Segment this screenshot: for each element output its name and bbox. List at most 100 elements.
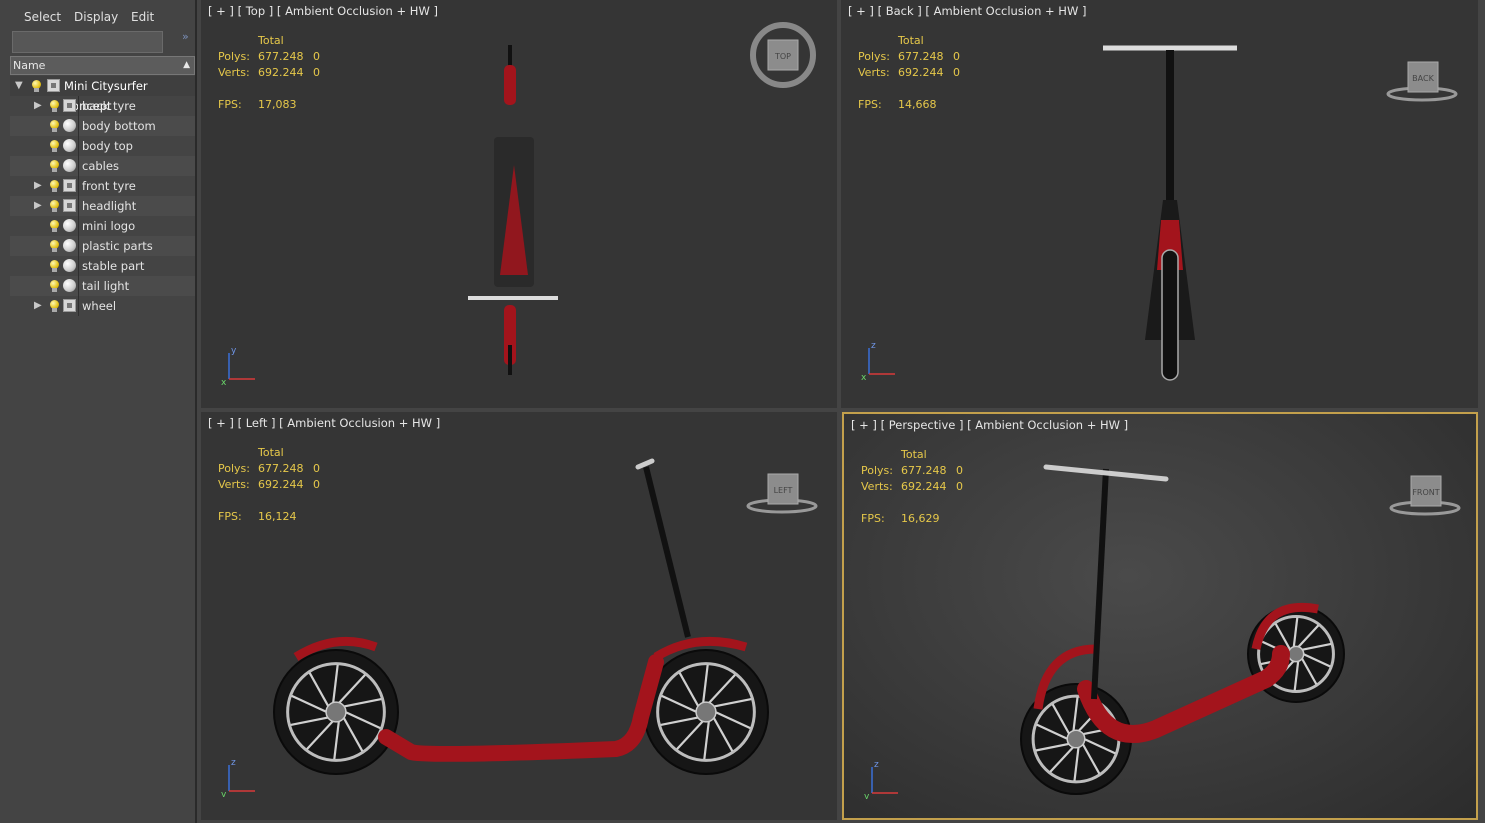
axis-horizontal-label: x: [221, 378, 227, 385]
viewport-label[interactable]: [ + ] [ Back ] [ Ambient Occlusion + HW …: [848, 4, 1086, 18]
scooter-model[interactable]: [273, 457, 776, 787]
stats-verts-label: Verts:: [218, 478, 250, 491]
scooter-model[interactable]: [468, 45, 558, 375]
light-bulb-icon[interactable]: [50, 200, 59, 212]
light-bulb-icon[interactable]: [50, 280, 59, 292]
viewcube-face-label: TOP: [774, 52, 791, 61]
viewport-label[interactable]: [ + ] [ Top ] [ Ambient Occlusion + HW ]: [208, 4, 438, 18]
viewcube-icon[interactable]: FRONT: [1389, 454, 1461, 520]
viewcube-icon[interactable]: BACK: [1386, 40, 1458, 106]
rear-wheel-hub: [1066, 729, 1086, 749]
light-bulb-icon[interactable]: [50, 220, 59, 232]
menu-edit[interactable]: Edit: [131, 10, 154, 24]
viewport-label[interactable]: [ + ] [ Left ] [ Ambient Occlusion + HW …: [208, 416, 440, 430]
light-bulb-icon[interactable]: [50, 180, 59, 192]
tree-item[interactable]: plastic parts: [10, 236, 195, 256]
axis-horizontal-label: y: [864, 792, 870, 799]
stats-verts-label: Verts:: [858, 66, 890, 79]
stats-polys-selected: 0: [953, 50, 960, 63]
axis-tripod-icon: zy: [221, 757, 261, 800]
name-column-header[interactable]: Name ▲: [10, 56, 195, 75]
stats-fps-label: FPS:: [218, 98, 242, 111]
stats-total-header: Total: [258, 34, 284, 47]
scooter-model[interactable]: [1020, 449, 1346, 809]
stem-side: [643, 466, 691, 638]
viewcube-icon[interactable]: TOP: [749, 22, 821, 88]
stats-fps-value: 14,668: [898, 98, 937, 111]
expand-arrow-icon[interactable]: ▼: [15, 76, 23, 96]
stats-verts-selected: 0: [956, 480, 963, 493]
tree-item-label: wheel: [82, 299, 117, 313]
expand-arrow-icon[interactable]: ▶: [34, 96, 42, 116]
group-icon: [63, 199, 76, 212]
light-bulb-icon[interactable]: [50, 140, 59, 152]
tree-item[interactable]: ▶ front tyre: [10, 176, 195, 196]
viewport-back[interactable]: [ + ] [ Back ] [ Ambient Occlusion + HW …: [841, 0, 1478, 408]
light-bulb-icon[interactable]: [50, 100, 59, 112]
scooter-model[interactable]: [1103, 40, 1237, 381]
column-divider: [78, 156, 79, 176]
stats-total-header: Total: [901, 448, 927, 461]
light-bulb-icon[interactable]: [50, 120, 59, 132]
stats-verts-label: Verts:: [861, 480, 893, 493]
tree-item[interactable]: mini logo: [10, 216, 195, 236]
column-divider: [78, 136, 79, 156]
axis-tripod-icon: zx: [861, 340, 901, 383]
tree-item-label: mini logo: [82, 219, 136, 233]
stats-polys-value: 677.248: [901, 464, 947, 477]
light-bulb-icon[interactable]: [50, 300, 59, 312]
collapse-panel-icon[interactable]: »: [182, 30, 189, 43]
expand-arrow-icon[interactable]: ▶: [34, 296, 42, 316]
menu-select[interactable]: Select: [24, 10, 61, 24]
stats-polys-selected: 0: [313, 50, 320, 63]
viewport-left[interactable]: [ + ] [ Left ] [ Ambient Occlusion + HW …: [201, 412, 837, 820]
tree-item[interactable]: stable part: [10, 256, 195, 276]
viewcube-face-label: FRONT: [1412, 488, 1439, 497]
object-sphere-icon: [63, 139, 76, 152]
tree-root-item[interactable]: ▼ Mini Citysurfer Concept: [10, 76, 195, 113]
light-bulb-icon[interactable]: [32, 80, 41, 92]
stats-verts-value: 692.244: [898, 66, 944, 79]
expand-arrow-icon[interactable]: ▶: [34, 196, 42, 216]
light-bulb-icon[interactable]: [50, 260, 59, 272]
scene-explorer-panel: Select Display Edit » Name ▲ ▼ Mini Citys…: [0, 0, 197, 823]
axis-vertical-label: z: [871, 341, 876, 351]
tree-item[interactable]: tail light: [10, 276, 195, 296]
deck-side: [378, 654, 664, 762]
tree-item[interactable]: ▶ wheel: [10, 296, 195, 316]
stats-polys-selected: 0: [956, 464, 963, 477]
column-divider: [78, 296, 79, 316]
axis-vertical-label: z: [874, 760, 879, 770]
object-sphere-icon: [63, 159, 76, 172]
stem-back: [1166, 50, 1174, 200]
tree-item[interactable]: cables: [10, 156, 195, 176]
object-sphere-icon: [63, 119, 76, 132]
group-icon: [63, 299, 76, 312]
viewport-perspective[interactable]: [ + ] [ Perspective ] [ Ambient Occlusio…: [842, 412, 1478, 820]
viewport-label[interactable]: [ + ] [ Perspective ] [ Ambient Occlusio…: [851, 418, 1128, 432]
stats-polys-value: 677.248: [898, 50, 944, 63]
tree-item[interactable]: body bottom: [10, 116, 195, 136]
axis-horizontal-label: x: [861, 373, 867, 380]
explorer-search-input[interactable]: [12, 31, 163, 53]
tree-item-label: back tyre: [82, 99, 136, 113]
stats-verts-selected: 0: [313, 66, 320, 79]
viewport-top[interactable]: [ + ] [ Top ] [ Ambient Occlusion + HW ]…: [201, 0, 837, 408]
tree-item-label: tail light: [82, 279, 130, 293]
stats-fps-value: 16,629: [901, 512, 940, 525]
tree-item[interactable]: body top: [10, 136, 195, 156]
column-divider: [78, 116, 79, 136]
stats-verts-value: 692.244: [901, 480, 947, 493]
light-bulb-icon[interactable]: [50, 160, 59, 172]
tree-item[interactable]: ▶ back tyre: [10, 96, 195, 116]
tree-item[interactable]: ▶ headlight: [10, 196, 195, 216]
menu-display[interactable]: Display: [74, 10, 118, 24]
stats-polys-label: Polys:: [858, 50, 890, 63]
stem-side: [1091, 468, 1109, 700]
stats-polys-value: 677.248: [258, 50, 304, 63]
column-divider: [78, 196, 79, 216]
group-icon: [63, 99, 76, 112]
expand-arrow-icon[interactable]: ▶: [34, 176, 42, 196]
light-bulb-icon[interactable]: [50, 240, 59, 252]
sort-ascending-icon: ▲: [183, 60, 190, 70]
